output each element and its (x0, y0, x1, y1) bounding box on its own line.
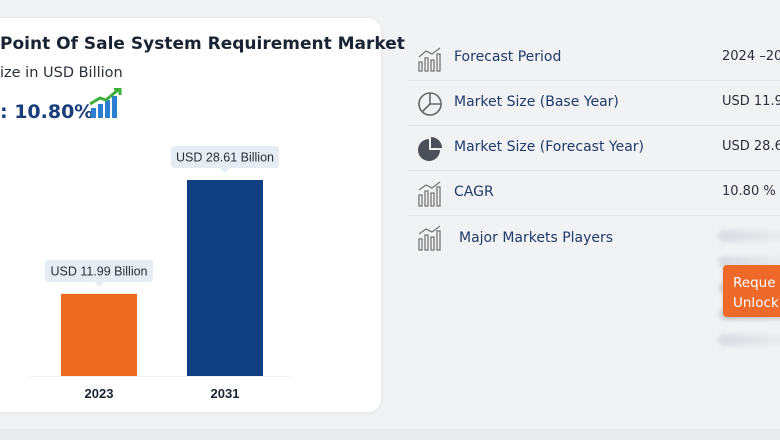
bar-chart: USD 11.99 Billion 2023 USD 28.61 Billion 20… (30, 146, 290, 401)
table-row: CAGR 10.80 % (408, 171, 780, 216)
row-label: Forecast Period (454, 49, 562, 65)
request-button-line1: Reque (733, 275, 776, 291)
x-tick-label: 2031 (211, 386, 240, 401)
row-value: 10.80 % (722, 184, 776, 199)
data-label-pointer (94, 281, 104, 287)
chart-title: Point Of Sale System Requirement Market (0, 34, 405, 54)
data-label-pointer (220, 168, 230, 173)
chart-cagr-value: : 10.80% (0, 101, 94, 123)
bottom-bar (0, 429, 780, 440)
row-value: USD 28.6 (722, 139, 780, 154)
data-label: USD 28.61 Billion (176, 151, 274, 165)
row-label: Market Size (Base Year) (454, 94, 619, 110)
table-row: Forecast Period 2024 –20 (408, 36, 780, 81)
forecast-chart-icon (418, 47, 441, 72)
row-value: USD 11.99 (722, 94, 780, 109)
page: Point Of Sale System Requirement Market … (0, 0, 780, 440)
blurred-item (718, 334, 780, 346)
market-summary-table: Forecast Period 2024 –20 Market Size (Ba… (408, 36, 780, 216)
row-value: 2024 –20 (722, 49, 780, 64)
row-label: Major Markets Players (459, 230, 614, 246)
data-label: USD 11.99 Billion (50, 264, 147, 278)
chart-subtitle: ize in USD Billion (0, 65, 123, 81)
request-unlock-button[interactable]: Reque Unlock (723, 265, 780, 317)
pie-chart-outline-icon (418, 92, 442, 116)
x-tick-label: 2023 (85, 386, 114, 401)
pie-chart-filled-icon (418, 137, 442, 161)
blurred-item (718, 230, 780, 242)
table-row: Market Size (Base Year) USD 11.99 (408, 81, 780, 126)
row-label: CAGR (454, 184, 494, 200)
bar-2023 (61, 293, 137, 376)
bar-chart-icon (418, 225, 441, 251)
growth-bar-chart-icon (89, 88, 122, 118)
request-button-line2: Unlock (733, 295, 779, 311)
row-label: Market Size (Forecast Year) (454, 139, 645, 155)
bar-chart-icon (418, 181, 441, 207)
table-row: Market Size (Forecast Year) USD 28.6 (408, 126, 780, 171)
bar-2031 (187, 180, 263, 376)
